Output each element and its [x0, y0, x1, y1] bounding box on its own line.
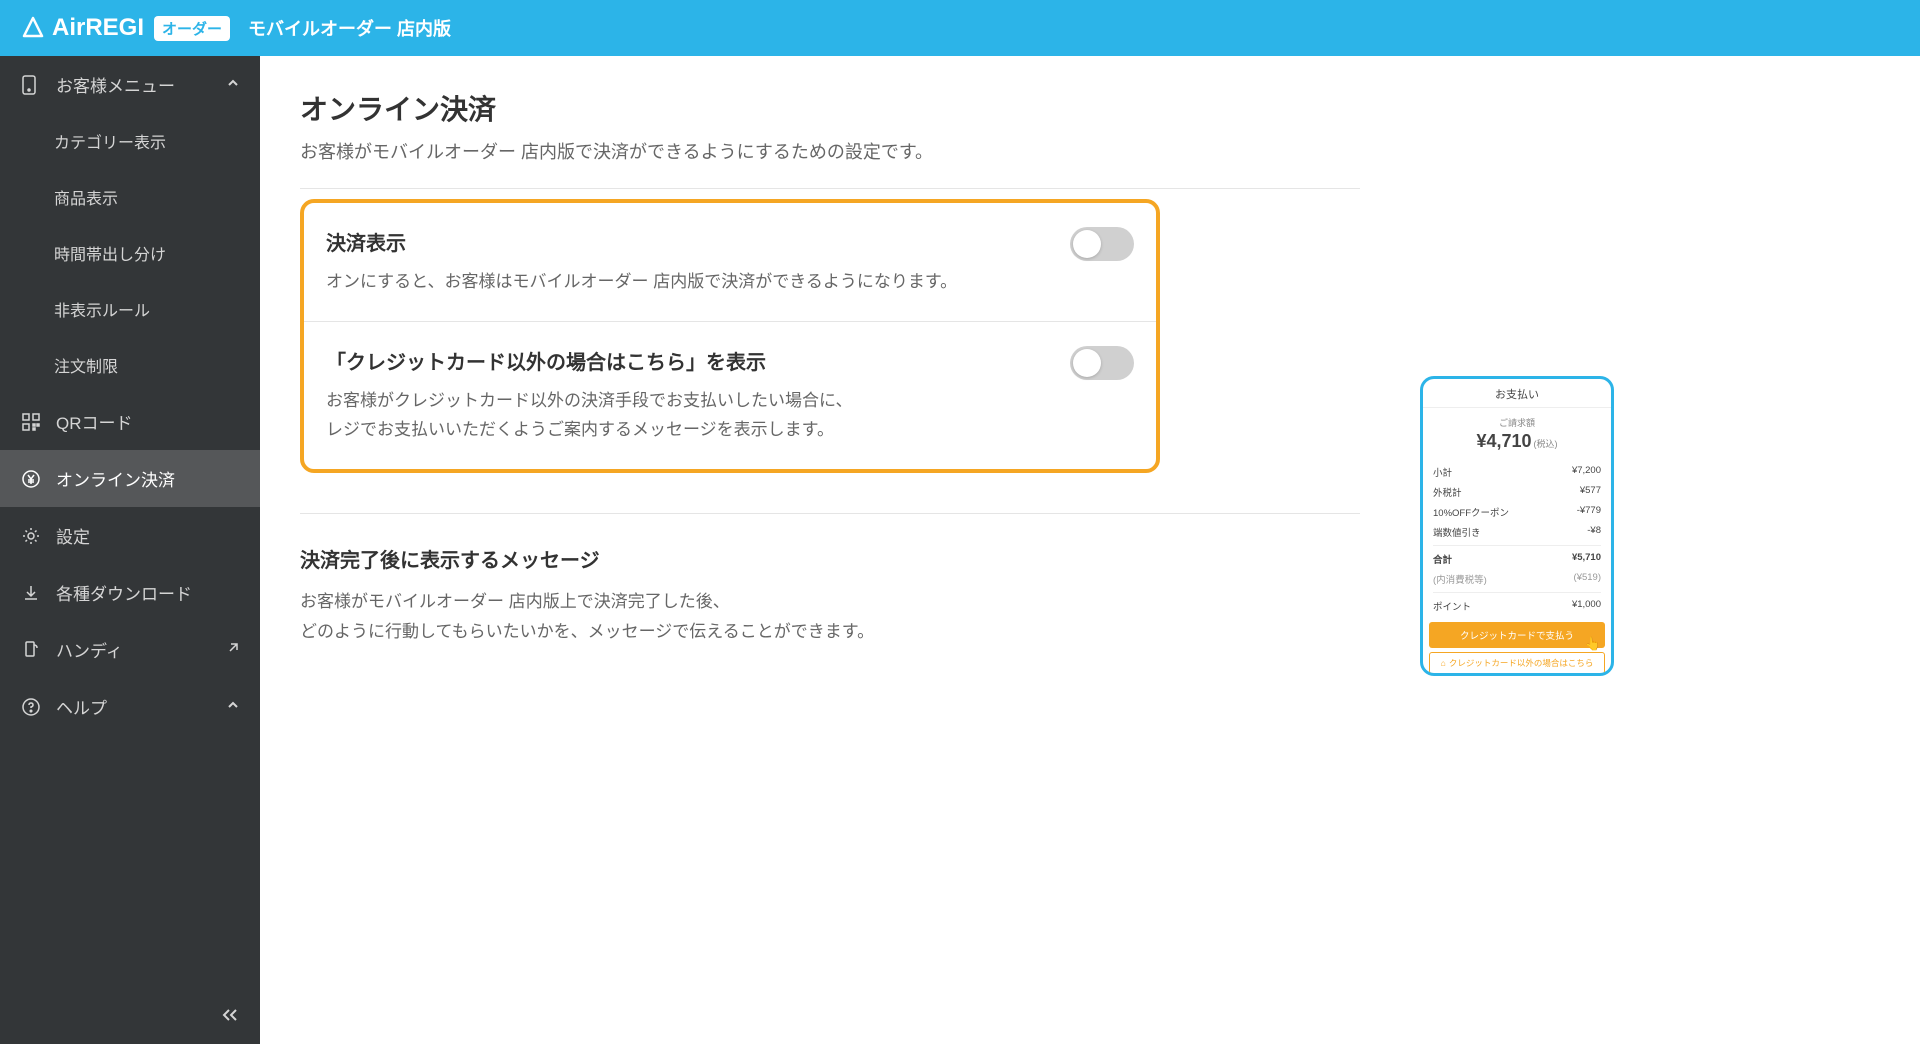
- toggle-payment-display[interactable]: [1070, 227, 1134, 261]
- main-content: オンライン決済 お客様がモバイルオーダー 店内版で決済ができるようにするための設…: [260, 56, 1920, 1044]
- download-icon: [20, 582, 42, 604]
- sidebar: お客様メニュー カテゴリー表示 商品表示 時間帯出し分け 非表示ルール 注文制限…: [0, 56, 260, 1044]
- nav-label: 注文制限: [54, 353, 118, 377]
- setting-title: 決済表示: [326, 227, 1134, 256]
- divider: [300, 513, 1360, 514]
- sidebar-item-handy[interactable]: ハンディ: [0, 621, 260, 678]
- gear-icon: [20, 525, 42, 547]
- nav-label: ハンディ: [56, 637, 123, 662]
- sidebar-item-timeslot[interactable]: 時間帯出し分け: [0, 225, 260, 281]
- nav-label: お客様メニュー: [56, 72, 175, 97]
- brand-text: AirREGI: [52, 14, 144, 42]
- sidebar-collapse-button[interactable]: [0, 991, 260, 1044]
- nav-label: カテゴリー表示: [54, 129, 166, 153]
- phone-table: 小計¥7,200 外税計¥577 10%OFFクーポン-¥779 端数値引き-¥…: [1423, 458, 1611, 616]
- text-line: お客様がクレジットカード以外の決済手段でお支払いしたい場合に、: [326, 391, 853, 410]
- setting-description: オンにすると、お客様はモバイルオーダー 店内版で決済ができるようになります。: [326, 268, 1134, 297]
- phone-line-total: 合計¥5,710: [1433, 549, 1601, 569]
- sidebar-item-customer-menu[interactable]: お客様メニュー: [0, 56, 260, 113]
- divider: [300, 188, 1360, 189]
- phone-total-row: ¥4,710(税込): [1423, 431, 1611, 452]
- sidebar-item-download[interactable]: 各種ダウンロード: [0, 564, 260, 621]
- phone-line-point: ポイント¥1,000: [1433, 596, 1601, 616]
- phone-total-block: ご請求額 ¥4,710(税込): [1423, 408, 1611, 458]
- collapse-icon: [220, 1007, 240, 1027]
- logo-icon: [20, 15, 46, 41]
- cursor-icon: 👆: [1585, 636, 1601, 652]
- sidebar-item-help[interactable]: ヘルプ: [0, 678, 260, 735]
- setting-other-payment-message: 「クレジットカード以外の場合はこちら」を表示 お客様がクレジットカード以外の決済…: [304, 321, 1156, 469]
- nav-label: QRコード: [56, 409, 133, 434]
- message-section-description: お客様がモバイルオーダー 店内版上で決済完了した後、 どのように行動してもらいた…: [300, 587, 1880, 648]
- nav-label: オンライン決済: [56, 466, 175, 491]
- logo: AirREGI オーダー: [20, 14, 230, 42]
- nav-label: 非表示ルール: [54, 297, 150, 321]
- yen-icon: [20, 468, 42, 490]
- sidebar-item-settings[interactable]: 設定: [0, 507, 260, 564]
- sidebar-item-online-payment[interactable]: オンライン決済: [0, 450, 260, 507]
- nav-label: 設定: [56, 523, 90, 548]
- phone-line-rounding: 端数値引き-¥8: [1433, 522, 1601, 542]
- setting-title: 「クレジットカード以外の場合はこちら」を表示: [326, 346, 1134, 375]
- phone-divider: [1433, 592, 1601, 593]
- setting-description: お客様がクレジットカード以外の決済手段でお支払いしたい場合に、 レジでお支払いい…: [326, 387, 1134, 445]
- menu-icon: [20, 74, 42, 96]
- phone-preview: お支払い ご請求額 ¥4,710(税込) 小計¥7,200 外税計¥577 10…: [1420, 376, 1614, 676]
- phone-bill-label: ご請求額: [1423, 416, 1611, 429]
- nav-label: 商品表示: [54, 185, 118, 209]
- phone-total: ¥4,710: [1476, 431, 1531, 451]
- nav-label: ヘルプ: [56, 694, 107, 719]
- sidebar-item-category[interactable]: カテゴリー表示: [0, 113, 260, 169]
- phone-secondary-button: ⌂ クレジットカード以外の場合はこちら: [1429, 652, 1605, 674]
- qr-icon: [20, 411, 42, 433]
- page-title: オンライン決済: [300, 88, 1880, 128]
- external-link-icon: [226, 641, 240, 658]
- phone-total-suffix: (税込): [1534, 439, 1558, 449]
- phone-line-coupon: 10%OFFクーポン-¥779: [1433, 502, 1601, 522]
- text-line: お客様がモバイルオーダー 店内版上で決済完了した後、: [300, 592, 730, 611]
- sidebar-item-hidden-rules[interactable]: 非表示ルール: [0, 281, 260, 337]
- text-line: どのように行動してもらいたいかを、メッセージで伝えることができます。: [300, 622, 874, 641]
- chevron-up-icon: [226, 75, 240, 95]
- app-header: AirREGI オーダー モバイルオーダー 店内版: [0, 0, 1920, 56]
- text-line: レジでお支払いいただくようご案内するメッセージを表示します。: [326, 420, 834, 439]
- sidebar-item-order-limit[interactable]: 注文制限: [0, 337, 260, 393]
- chevron-up-icon: [226, 697, 240, 717]
- sidebar-item-product[interactable]: 商品表示: [0, 169, 260, 225]
- toggle-other-payment-message[interactable]: [1070, 346, 1134, 380]
- phone-line-tax: 外税計¥577: [1433, 482, 1601, 502]
- nav-label: 各種ダウンロード: [56, 580, 192, 605]
- sidebar-item-qr[interactable]: QRコード: [0, 393, 260, 450]
- toggle-knob: [1073, 349, 1101, 377]
- handy-icon: [20, 639, 42, 661]
- phone-header: お支払い: [1423, 379, 1611, 408]
- phone-divider: [1433, 545, 1601, 546]
- header-subtitle: モバイルオーダー 店内版: [248, 15, 451, 41]
- phone-line-subtotal: 小計¥7,200: [1433, 462, 1601, 482]
- message-section-title: 決済完了後に表示するメッセージ: [300, 544, 1880, 573]
- setting-payment-display: 決済表示 オンにすると、お客様はモバイルオーダー 店内版で決済ができるようになり…: [304, 203, 1156, 321]
- page-description: お客様がモバイルオーダー 店内版で決済ができるようにするための設定です。: [300, 138, 1880, 164]
- nav-label: 時間帯出し分け: [54, 241, 166, 265]
- phone-primary-button: クレジットカードで支払う 👆: [1429, 622, 1605, 648]
- highlighted-settings-box: 決済表示 オンにすると、お客様はモバイルオーダー 店内版で決済ができるようになり…: [300, 199, 1160, 473]
- phone-line-consumption-tax: (内消費税等)(¥519): [1433, 569, 1601, 589]
- home-icon: ⌂: [1441, 658, 1446, 668]
- brand-badge: オーダー: [154, 16, 230, 41]
- toggle-knob: [1073, 230, 1101, 258]
- help-icon: [20, 696, 42, 718]
